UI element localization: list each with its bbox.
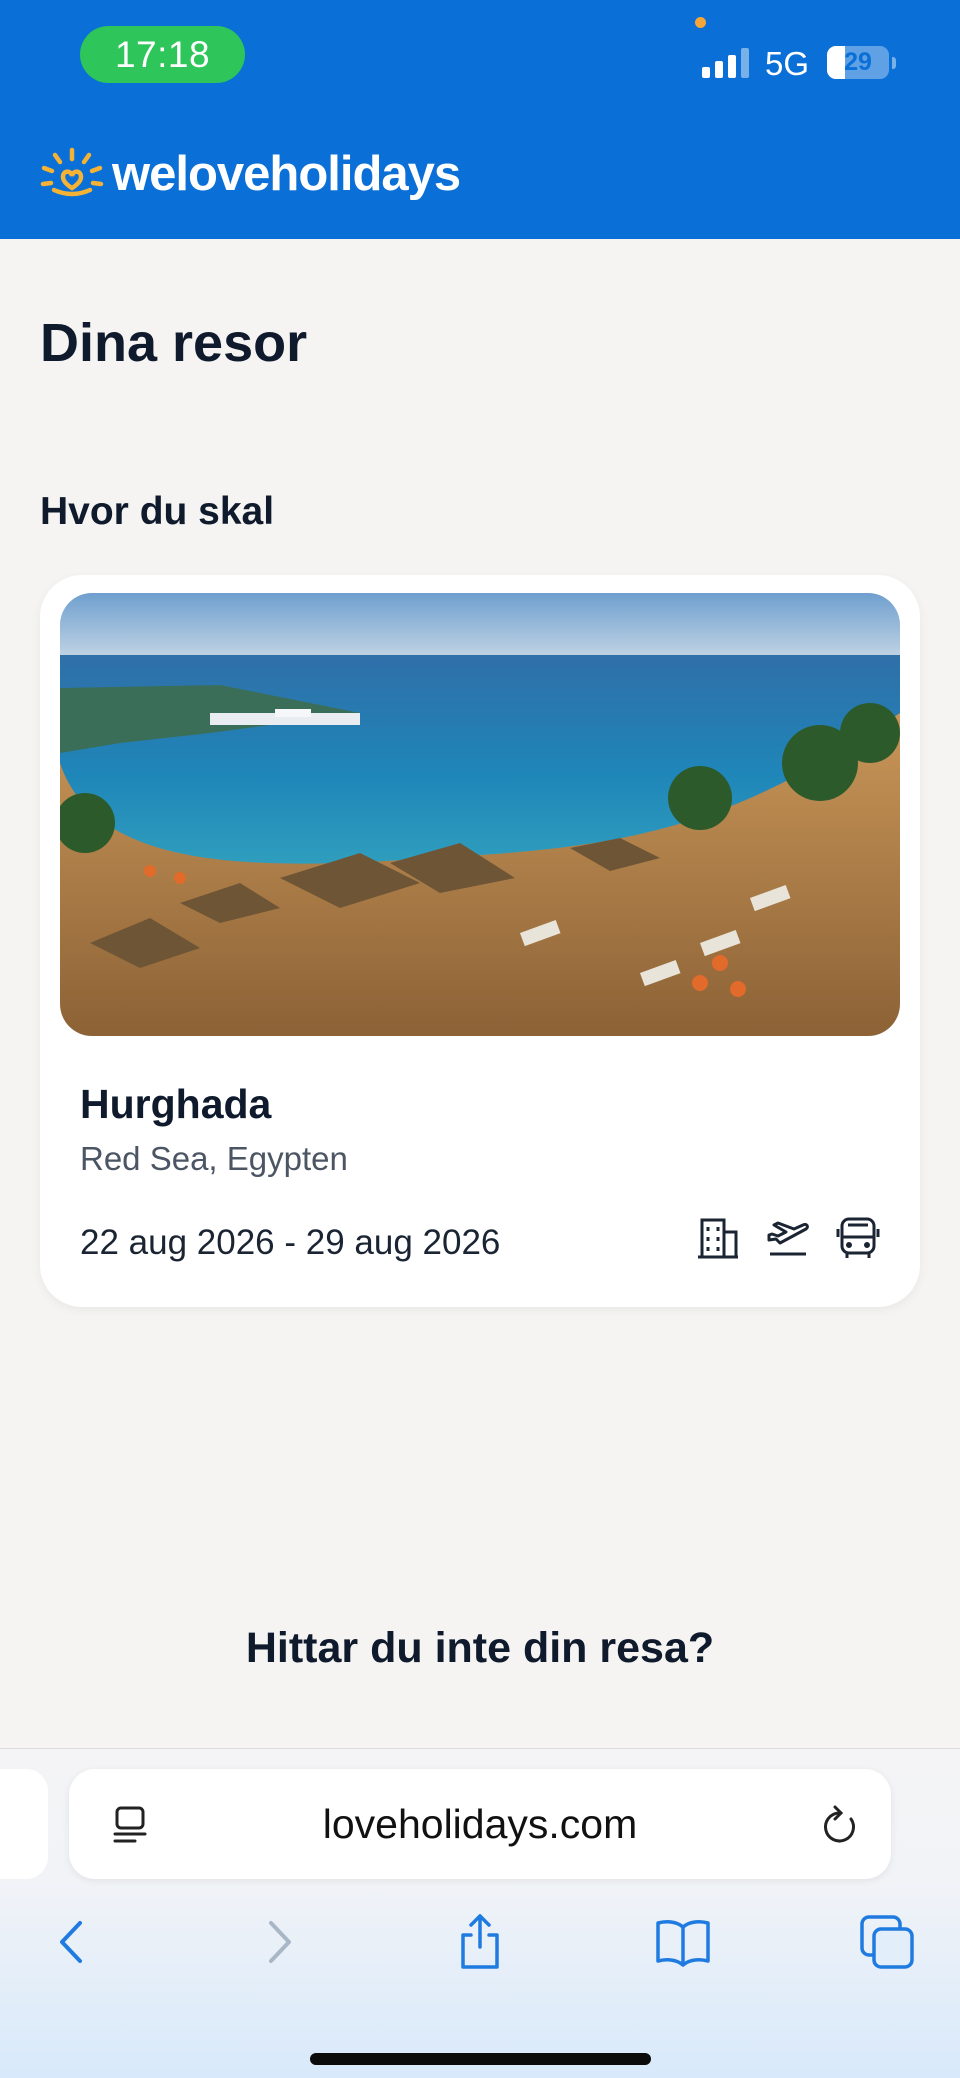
page-title: Dina resor xyxy=(40,313,308,373)
reload-icon[interactable] xyxy=(819,1803,861,1847)
trip-region: Red Sea, Egypten xyxy=(80,1140,348,1177)
share-button[interactable] xyxy=(445,1907,515,1977)
camera-indicator-icon xyxy=(695,17,706,28)
bookmarks-icon xyxy=(656,1920,710,1967)
destination-photo xyxy=(60,593,900,1036)
forward-icon xyxy=(269,1921,291,1963)
beach-photo-icon xyxy=(60,593,900,1036)
brand-logo[interactable]: weloveholidays xyxy=(40,146,461,202)
network-type: 5G xyxy=(765,45,810,82)
home-indicator[interactable] xyxy=(310,2053,651,2065)
hotel-icon xyxy=(696,1215,740,1261)
trip-destination-name: Hurghada xyxy=(80,1081,272,1127)
included-services xyxy=(696,1215,880,1261)
forward-button[interactable] xyxy=(243,1907,313,1977)
url-text[interactable]: loveholidays.com xyxy=(69,1801,891,1848)
back-button[interactable] xyxy=(38,1907,108,1977)
share-icon xyxy=(461,1914,499,1969)
signal-strength-icon xyxy=(702,48,749,78)
sun-heart-icon xyxy=(40,147,104,197)
bookmarks-button[interactable] xyxy=(648,1907,718,1977)
browser-nav-row xyxy=(0,1907,960,1977)
flight-icon xyxy=(766,1215,810,1261)
battery-icon: 29 xyxy=(827,46,889,79)
browser-toolbar: loveholidays.com xyxy=(0,1748,960,2078)
app-header: 17:18 5G 29 weloveholidays xyxy=(0,0,960,239)
tabs-button[interactable] xyxy=(852,1907,922,1977)
battery-level: 29 xyxy=(844,48,872,76)
logo-wordmark: weloveholidays xyxy=(112,147,461,201)
find-trip-help-title[interactable]: Hittar du inte din resa? xyxy=(0,1624,960,1673)
section-title: Hvor du skal xyxy=(40,490,275,533)
battery-nub xyxy=(892,57,896,69)
back-icon xyxy=(60,1921,82,1963)
trip-card[interactable]: Hurghada Red Sea, Egypten 22 aug 2026 - … xyxy=(40,575,920,1307)
address-bar[interactable]: loveholidays.com xyxy=(69,1769,891,1879)
previous-tab-preview[interactable] xyxy=(0,1769,48,1879)
bus-transfer-icon xyxy=(836,1215,880,1261)
trip-dates: 22 aug 2026 - 29 aug 2026 xyxy=(80,1223,501,1262)
status-time: 17:18 xyxy=(80,26,245,83)
tabs-icon xyxy=(860,1915,914,1969)
